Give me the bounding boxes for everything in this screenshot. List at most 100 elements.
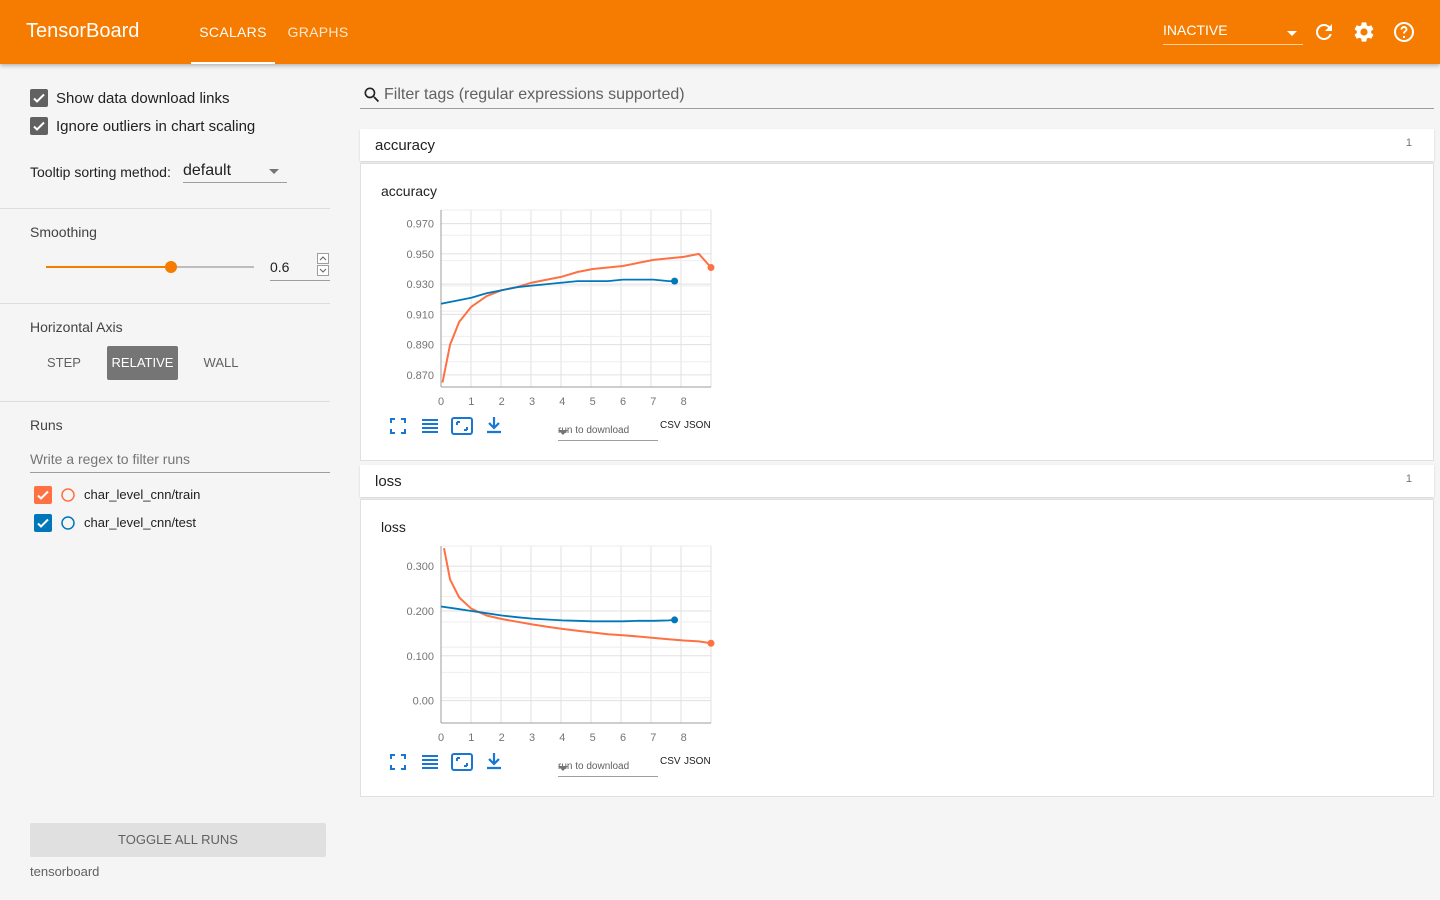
smoothing-slider-knob[interactable]: [164, 261, 177, 273]
x-tick-label: 4: [559, 396, 565, 408]
run-to-download-value: run to download: [558, 761, 630, 772]
gear-icon[interactable]: [1352, 20, 1376, 44]
category-pane-loss: loss 0 1 2 3 4 5 6 7 8 0.300 0.200 0.100 0.00 run to…: [360, 499, 1434, 797]
x-tick-label: 7: [650, 732, 656, 744]
data-location-text: tensorboard: [30, 864, 100, 879]
category-count: 1: [1405, 137, 1412, 149]
run-test-label: char_level_cnn/test: [84, 515, 197, 530]
loss-chart[interactable]: 0 1 2 3 4 5 6 7 8 0.300 0.200 0.100 0.00: [371, 535, 721, 750]
download-icon[interactable]: [484, 751, 504, 771]
top-app-bar: TensorBoard SCALARS GRAPHS INACTIVE: [0, 0, 1440, 64]
inactive-select-value: INACTIVE: [1163, 22, 1228, 38]
tag-filter-placeholder: Filter tags (regular expressions support…: [384, 86, 685, 103]
run-test-color-radio-icon[interactable]: [60, 515, 76, 531]
chevron-down-icon: [269, 169, 279, 174]
help-icon[interactable]: [1392, 20, 1416, 44]
x-tick-label: 6: [620, 732, 626, 744]
smoothing-title: Smoothing: [30, 224, 97, 240]
chevron-down-icon: [1287, 31, 1297, 36]
x-tick-label: 2: [499, 396, 505, 408]
run-to-download-select[interactable]: run to download: [558, 756, 658, 777]
run-train-checkbox[interactable]: [34, 486, 52, 504]
x-tick-label: 6: [620, 396, 626, 408]
list-icon[interactable]: [420, 752, 440, 772]
tooltip-sorting-select[interactable]: default: [183, 160, 287, 183]
fit-domain-icon[interactable]: [451, 752, 473, 772]
y-tick-label: 0.00: [413, 696, 434, 708]
x-tick-label: 8: [681, 396, 687, 408]
x-tick-label: 1: [468, 396, 474, 408]
series-line: [440, 278, 675, 305]
divider: [0, 303, 330, 304]
series-endpoint-marker: [707, 639, 715, 647]
x-tick-label: 3: [529, 732, 535, 744]
axis-wall-button[interactable]: WALL: [194, 346, 248, 380]
chevron-down-icon: [558, 430, 568, 435]
ignore-outliers-checkbox[interactable]: [30, 117, 48, 135]
runs-title: Runs: [30, 417, 63, 433]
list-icon[interactable]: [420, 416, 440, 436]
csv-download-link[interactable]: CSV: [660, 756, 681, 767]
show-download-links-label: Show data download links: [56, 90, 230, 107]
run-train-color-radio-icon[interactable]: [60, 487, 76, 503]
y-tick-label: 0.950: [406, 249, 434, 261]
smoothing-input[interactable]: 0.6: [270, 253, 330, 281]
json-download-link[interactable]: JSON: [684, 420, 711, 431]
tab-scalars[interactable]: SCALARS: [191, 0, 275, 64]
axis-step-button[interactable]: STEP: [38, 346, 90, 380]
run-to-download-select[interactable]: run to download: [558, 420, 658, 441]
json-download-link[interactable]: JSON: [684, 756, 711, 767]
inactive-plugins-select[interactable]: INACTIVE: [1163, 22, 1303, 45]
smoothing-slider-fill: [46, 266, 171, 268]
fullscreen-icon[interactable]: [388, 752, 408, 772]
x-tick-label: 4: [559, 732, 565, 744]
x-tick-label: 1: [468, 732, 474, 744]
category-pane-accuracy: accuracy 0 1 2 3 4 5 6 7 8 0.970 0.950 0.930 0.910 0.…: [360, 163, 1434, 461]
chevron-down-icon: [558, 766, 568, 771]
x-tick-label: 0: [438, 732, 444, 744]
sidebar: Show data download links Ignore outliers…: [0, 64, 350, 900]
run-to-download-value: run to download: [558, 425, 630, 436]
y-tick-label: 0.300: [406, 561, 434, 573]
series-line: [443, 548, 712, 645]
series-line: [441, 252, 712, 383]
toggle-all-runs-button[interactable]: TOGGLE ALL RUNS: [30, 823, 326, 857]
fullscreen-icon[interactable]: [388, 416, 408, 436]
tooltip-sorting-label: Tooltip sorting method:: [30, 164, 171, 180]
y-tick-label: 0.870: [406, 370, 434, 382]
divider: [0, 401, 330, 402]
y-tick-label: 0.970: [406, 219, 434, 231]
series-line: [440, 605, 675, 623]
axis-relative-button[interactable]: RELATIVE: [107, 346, 178, 380]
x-tick-label: 0: [438, 396, 444, 408]
horizontal-axis-title: Horizontal Axis: [30, 319, 123, 335]
show-download-links-checkbox[interactable]: [30, 89, 48, 107]
fit-domain-icon[interactable]: [451, 416, 473, 436]
chart-card-title: accuracy: [381, 183, 438, 199]
y-tick-label: 0.100: [406, 651, 434, 663]
csv-download-link[interactable]: CSV: [660, 420, 681, 431]
run-train-label: char_level_cnn/train: [84, 487, 201, 502]
stepper-arrows-icon[interactable]: [317, 253, 329, 277]
refresh-icon[interactable]: [1312, 20, 1336, 44]
tab-graphs[interactable]: GRAPHS: [280, 0, 356, 64]
x-tick-label: 8: [681, 732, 687, 744]
runs-filter-input[interactable]: Write a regex to filter runs: [30, 448, 330, 473]
x-tick-label: 7: [650, 396, 656, 408]
tooltip-sorting-value: default: [183, 162, 232, 179]
x-tick-label: 2: [499, 732, 505, 744]
category-header-loss[interactable]: loss 1: [360, 465, 1434, 497]
series-endpoint-marker: [671, 616, 679, 624]
category-header-accuracy[interactable]: accuracy 1: [360, 129, 1434, 161]
smoothing-value: 0.6: [270, 259, 290, 275]
y-tick-label: 0.890: [406, 340, 434, 352]
download-icon[interactable]: [484, 415, 504, 435]
smoothing-slider-track[interactable]: [46, 261, 254, 273]
y-tick-label: 0.930: [406, 279, 434, 291]
accuracy-chart[interactable]: 0 1 2 3 4 5 6 7 8 0.970 0.950 0.930 0.910 0.890 0.870: [371, 199, 721, 414]
divider: [0, 208, 330, 209]
tag-filter-input[interactable]: Filter tags (regular expressions support…: [360, 80, 1434, 109]
search-icon: [364, 87, 380, 103]
run-test-checkbox[interactable]: [34, 514, 52, 532]
series-endpoint-marker: [707, 263, 715, 271]
